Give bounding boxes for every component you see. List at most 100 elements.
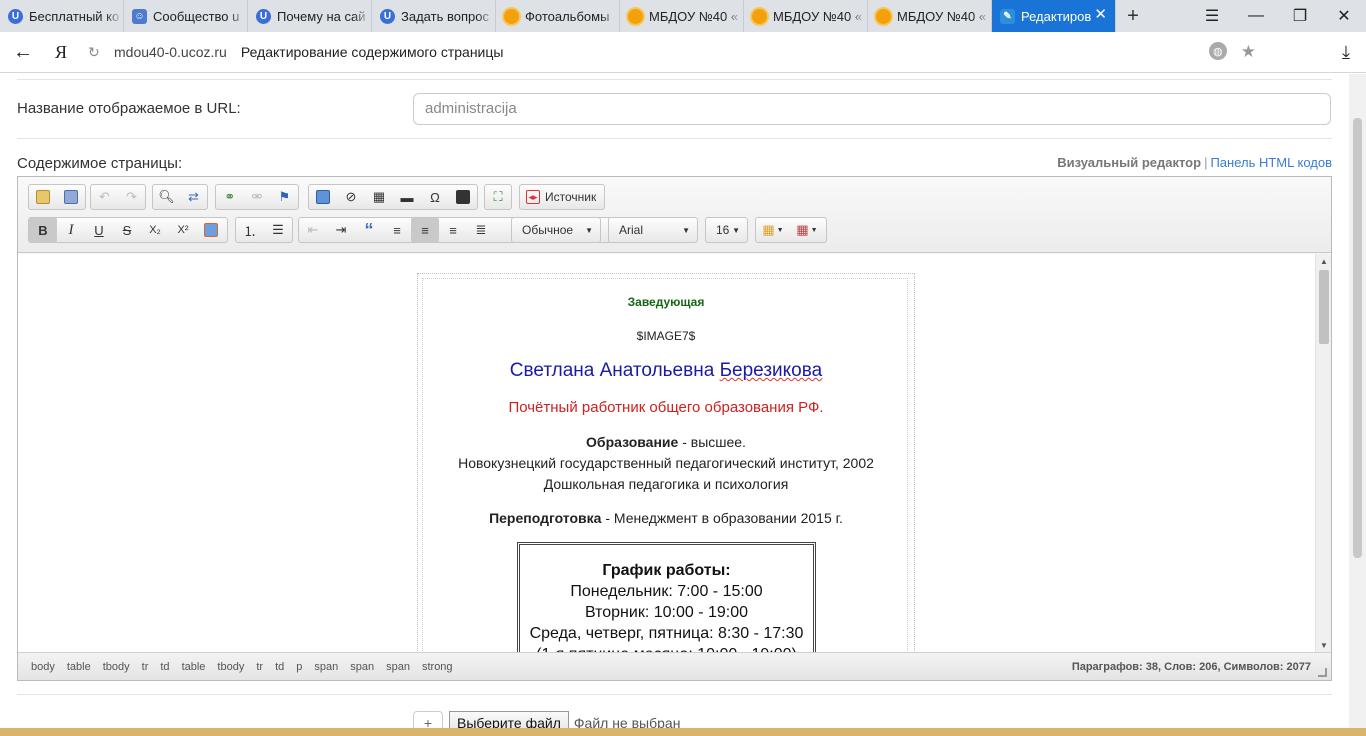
browser-tab[interactable]: U Бесплатный ко — [0, 0, 124, 32]
numbered-list-icon[interactable]: ⒈ — [236, 218, 264, 242]
unlink-icon[interactable]: ⚮ — [243, 185, 270, 209]
path-item[interactable]: tr — [256, 661, 263, 673]
page-scrollbar-thumb[interactable] — [1353, 118, 1362, 558]
align-right-icon[interactable]: ≡ — [439, 218, 467, 242]
maximize-group: ⛶ — [484, 184, 512, 210]
format-select[interactable]: Обычное ▼ — [511, 217, 601, 243]
path-item[interactable]: strong — [422, 661, 453, 673]
path-item[interactable]: tbody — [217, 661, 244, 673]
reload-icon[interactable]: ↻ — [88, 44, 114, 61]
scroll-up-icon[interactable]: ▲ — [1320, 257, 1328, 266]
path-item[interactable]: table — [67, 661, 91, 673]
editor-statusbar: body table tbody tr td table tbody tr td… — [18, 652, 1331, 680]
browser-tab[interactable]: МБДОУ №40 « — [868, 0, 992, 32]
find-icon[interactable]: 🔍︎ — [153, 185, 180, 209]
align-left-icon[interactable]: ≡ — [383, 218, 411, 242]
download-icon[interactable]: ⤓ — [1342, 42, 1350, 63]
bookmark-star-icon[interactable]: ★ — [1241, 42, 1256, 62]
redo-icon[interactable]: ↷ — [118, 185, 145, 209]
browser-tab[interactable]: U Почему на сай — [248, 0, 372, 32]
indent-icon[interactable]: ⇥ — [327, 218, 355, 242]
browser-tab[interactable]: МБДОУ №40 « — [744, 0, 868, 32]
community-icon: ☺ — [132, 8, 147, 24]
strikethrough-button[interactable]: S — [113, 218, 141, 242]
browser-tab[interactable]: Фотоальбомы — [496, 0, 620, 32]
replace-icon[interactable]: ⇄ — [180, 185, 207, 209]
path-item[interactable]: table — [182, 661, 206, 673]
paste-group — [28, 184, 86, 210]
browser-tab-active[interactable]: ✎ Редактиров ✕ — [992, 0, 1116, 32]
align-center-icon[interactable]: ≡ — [411, 218, 439, 242]
person-name: Светлана Анатольевна Березикова — [423, 360, 909, 382]
horizontal-line-icon[interactable]: ▬ — [393, 185, 421, 209]
editor-scrollbar[interactable]: ▲ ▼ — [1315, 254, 1331, 653]
path-item[interactable]: td — [275, 661, 284, 673]
path-item[interactable]: span — [386, 661, 410, 673]
minimize-icon[interactable]: — — [1234, 7, 1278, 25]
retraining-label: Переподготовка — [489, 510, 602, 526]
path-item[interactable]: span — [350, 661, 374, 673]
close-window-icon[interactable]: ✕ — [1322, 6, 1366, 26]
browser-tab-strip: U Бесплатный ко ☺ Сообщество u U Почему на … — [0, 0, 1366, 32]
anchor-flag-icon[interactable]: ⚑ — [271, 185, 298, 209]
sun-icon — [876, 8, 891, 24]
table-insert-icon[interactable]: ▦ ▼ — [790, 218, 824, 242]
scrollbar-thumb[interactable] — [1319, 270, 1329, 344]
position-heading: Заведующая — [627, 295, 705, 309]
source-button[interactable]: ◂▸ Источник — [519, 184, 606, 210]
path-item[interactable]: p — [296, 661, 302, 673]
globe-icon[interactable]: ◍ — [1208, 42, 1227, 60]
browser-tab[interactable]: ☺ Сообщество u — [124, 0, 248, 32]
schedule-title: График работы: — [602, 562, 731, 579]
superscript-button[interactable]: X² — [169, 218, 197, 242]
font-select[interactable]: Arial ▼ — [608, 217, 698, 243]
align-justify-icon[interactable]: ≣ — [467, 218, 495, 242]
path-item[interactable]: tbody — [103, 661, 130, 673]
close-tab-icon[interactable]: ✕ — [1094, 7, 1107, 23]
ucoz-icon: U — [380, 8, 395, 24]
paste-word-icon[interactable] — [57, 185, 85, 209]
editor-content-area[interactable]: Заведующая $IMAGE7$ Светлана Анатольевна… — [18, 254, 1315, 653]
remove-format-icon[interactable] — [197, 218, 225, 242]
divider — [17, 79, 1332, 80]
path-item[interactable]: td — [160, 661, 169, 673]
size-select[interactable]: 16 ▼ — [705, 217, 748, 243]
bulleted-list-icon[interactable]: ☰ — [264, 218, 292, 242]
page-scrollbar[interactable] — [1349, 74, 1366, 728]
path-item[interactable]: span — [314, 661, 338, 673]
scroll-down-icon[interactable]: ▼ — [1320, 641, 1328, 650]
blockquote-icon[interactable]: “ — [355, 218, 383, 242]
table-icon[interactable]: ▦ — [365, 185, 393, 209]
underline-button[interactable]: U — [85, 218, 113, 242]
restore-icon[interactable]: ❐ — [1278, 6, 1322, 26]
path-item[interactable]: tr — [142, 661, 149, 673]
special-char-icon[interactable]: Ω — [421, 185, 449, 209]
visual-editor-link[interactable]: Визуальный редактор — [1057, 155, 1201, 170]
new-tab-button[interactable]: + — [1116, 0, 1150, 32]
bold-button[interactable]: B — [29, 218, 57, 242]
outer-table: Заведующая $IMAGE7$ Светлана Анатольевна… — [417, 273, 915, 653]
back-arrow-icon[interactable]: ← — [0, 41, 46, 64]
chevron-down-icon: ▼ — [585, 226, 593, 235]
maximize-icon[interactable]: ⛶ — [485, 185, 511, 209]
browser-tab[interactable]: U Задать вопрос — [372, 0, 496, 32]
menu-icon[interactable]: ☰ — [1190, 6, 1234, 26]
format-select-value: Обычное — [522, 223, 574, 237]
browser-tab[interactable]: МБДОУ №40 « — [620, 0, 744, 32]
youtube-icon[interactable] — [449, 185, 477, 209]
subscript-button[interactable]: X₂ — [141, 218, 169, 242]
link-icon[interactable]: ⚭ — [216, 185, 243, 209]
resize-grip-icon[interactable] — [1318, 668, 1327, 677]
html-panel-link[interactable]: Панель HTML кодов — [1210, 155, 1332, 170]
path-item[interactable]: body — [31, 661, 55, 673]
url-field[interactable]: ↻ mdou40-0.ucoz.ru Редактирование содерж… — [88, 36, 1270, 68]
url-name-input[interactable]: administracija — [413, 93, 1331, 125]
undo-icon[interactable]: ↶ — [91, 185, 118, 209]
italic-button[interactable]: I — [57, 218, 85, 242]
image-icon[interactable] — [309, 185, 337, 209]
yandex-logo-icon[interactable]: Я — [46, 42, 76, 63]
paste-text-icon[interactable] — [29, 185, 57, 209]
flash-icon[interactable]: ⊘ — [337, 185, 365, 209]
outdent-icon[interactable]: ⇤ — [299, 218, 327, 242]
color-grid-icon[interactable]: ▦ ▼ — [756, 218, 790, 242]
